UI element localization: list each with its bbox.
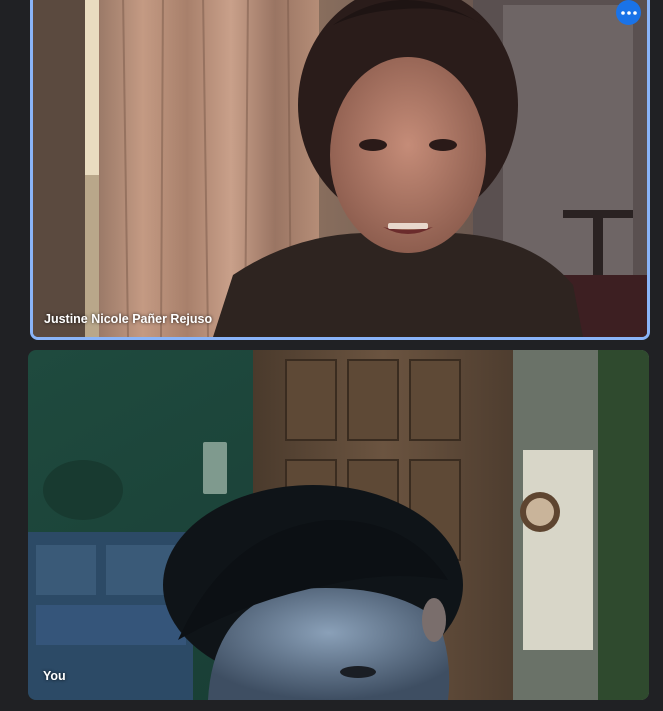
more-horiz-icon — [620, 10, 637, 15]
participant-video-feed — [33, 0, 647, 337]
more-options-button[interactable] — [616, 0, 641, 25]
self-name-label: You — [43, 669, 66, 683]
participant-tile-remote[interactable]: Justine Nicole Pañer Rejuso — [30, 0, 650, 340]
meeting-stage: Justine Nicole Pañer Rejuso You — [0, 0, 663, 711]
participant-name-label: Justine Nicole Pañer Rejuso — [44, 312, 213, 326]
participant-tile-self[interactable]: You — [28, 350, 649, 700]
self-video-feed — [28, 350, 649, 700]
